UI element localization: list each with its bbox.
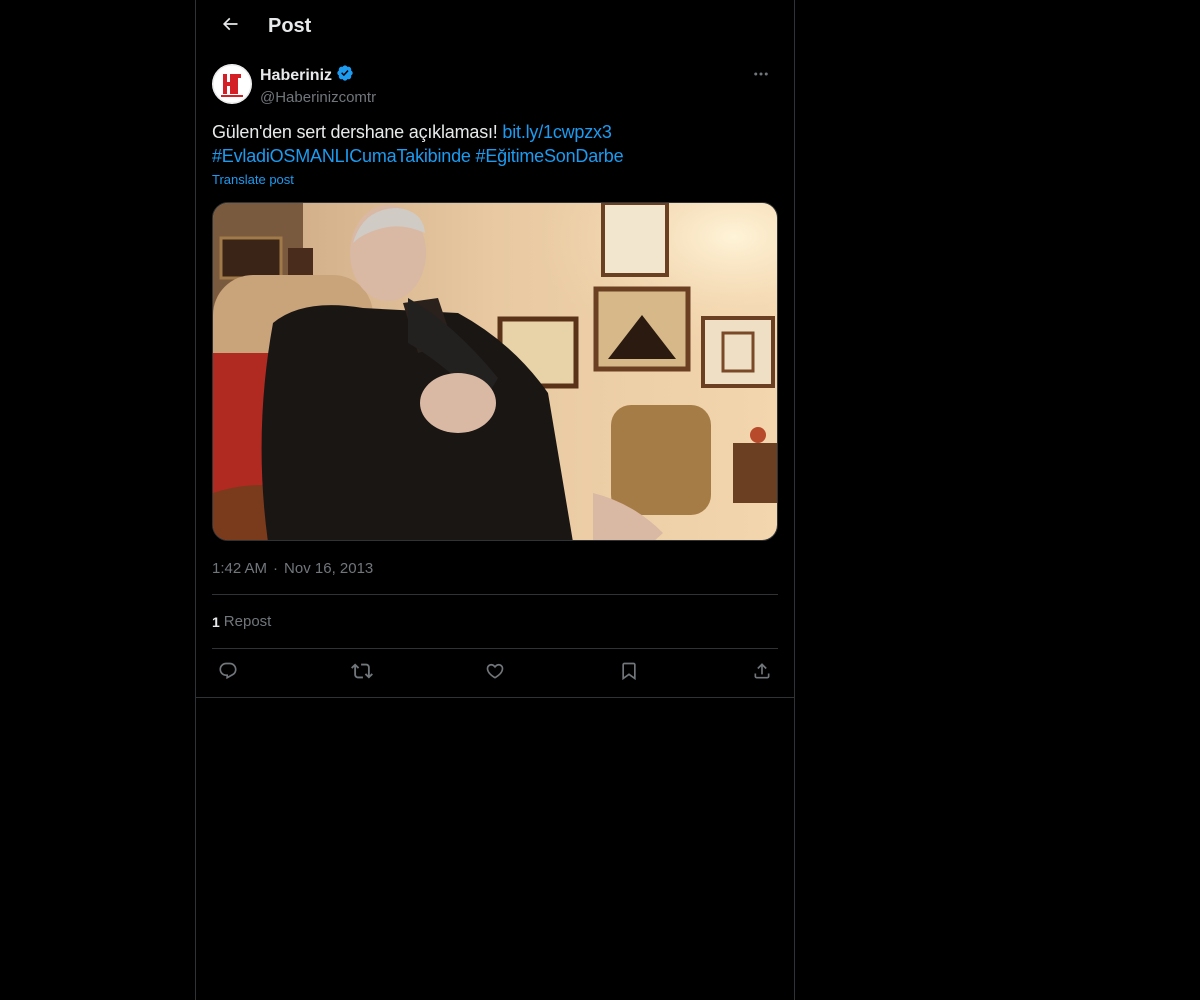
main-column: Post Haberiniz @Haberinizcomtr Gülen'den…: [195, 0, 795, 1000]
page-title: Post: [268, 15, 312, 37]
avatar[interactable]: [212, 64, 252, 104]
hashtag-link[interactable]: #EğitimeSonDarbe: [476, 146, 624, 166]
repost-count[interactable]: 1: [212, 614, 220, 630]
post-time[interactable]: 1:42 AM: [212, 560, 267, 577]
share-button[interactable]: [750, 661, 774, 685]
repost-label[interactable]: Repost: [224, 613, 272, 630]
name-line: Haberiniz: [260, 64, 376, 87]
author-handle[interactable]: @Haberinizcomtr: [260, 89, 376, 106]
author-meta: Haberiniz @Haberinizcomtr: [260, 64, 376, 106]
photo-man-in-armchair: [213, 203, 777, 540]
like-icon: [485, 661, 505, 686]
meta-separator: ·: [273, 560, 279, 577]
reply-button[interactable]: [216, 661, 240, 685]
author-row: Haberiniz @Haberinizcomtr: [212, 64, 778, 106]
post-stats: 1 Repost: [212, 595, 778, 648]
action-bar: [212, 649, 778, 697]
repost-icon: [350, 660, 373, 687]
post: Haberiniz @Haberinizcomtr Gülen'den sert…: [196, 64, 794, 697]
share-icon: [752, 661, 772, 686]
arrow-left-icon: [220, 14, 240, 39]
post-timestamp: 1:42 AM · Nov 16, 2013: [212, 560, 778, 577]
bookmark-button[interactable]: [617, 661, 641, 685]
verified-badge-icon[interactable]: [336, 64, 354, 87]
back-button[interactable]: [212, 9, 248, 45]
translate-post-link[interactable]: Translate post: [212, 172, 294, 187]
bookmark-icon: [619, 661, 639, 686]
more-options-button[interactable]: [744, 64, 778, 88]
post-bottom-border: [196, 697, 794, 698]
post-photo[interactable]: [212, 202, 778, 541]
more-dots-icon: [752, 65, 770, 88]
haberiniz-logo-icon: [212, 64, 252, 104]
post-link[interactable]: bit.ly/1cwpzx3: [502, 122, 611, 142]
display-name[interactable]: Haberiniz: [260, 67, 332, 85]
reply-icon: [218, 661, 238, 686]
repost-button[interactable]: [350, 661, 374, 685]
page-header: Post: [196, 0, 794, 53]
hashtag-link[interactable]: #EvladiOSMANLICumaTakibinde: [212, 146, 471, 166]
post-date[interactable]: Nov 16, 2013: [284, 560, 373, 577]
post-text: Gülen'den sert dershane açıklaması! bit.…: [212, 120, 778, 168]
like-button[interactable]: [483, 661, 507, 685]
post-body: Gülen'den sert dershane açıklaması!: [212, 122, 503, 142]
